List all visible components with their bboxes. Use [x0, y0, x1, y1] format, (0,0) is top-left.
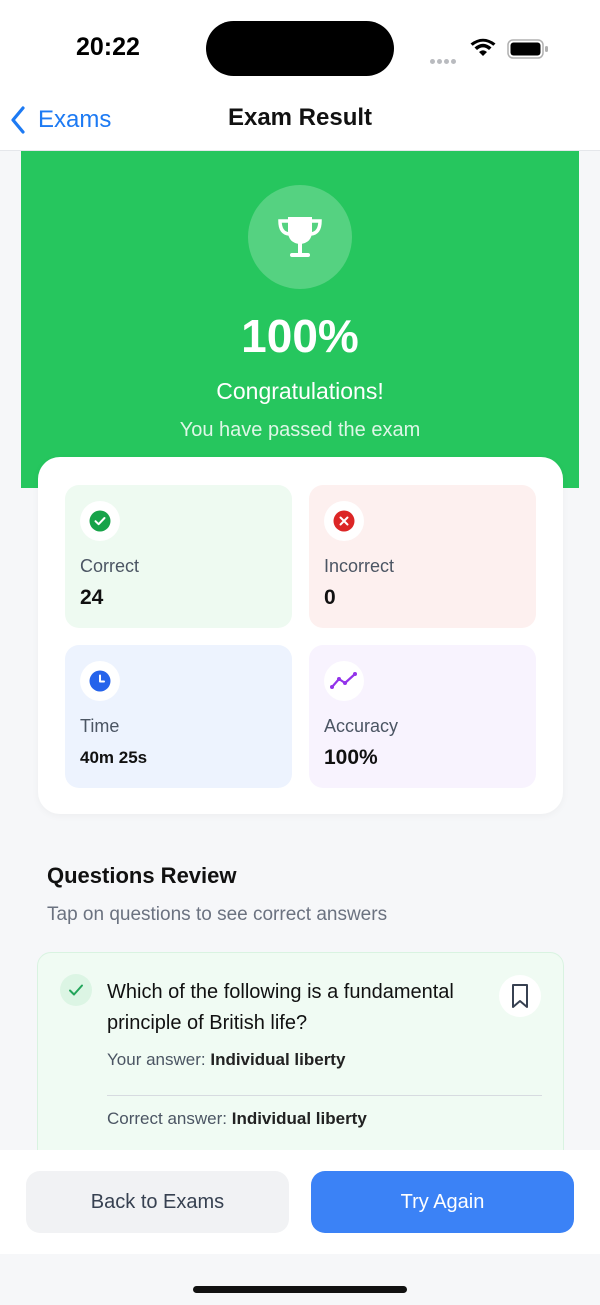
- stat-value: 40m 25s: [80, 748, 148, 767]
- stat-value: 24: [80, 586, 104, 609]
- clock-icon: [89, 670, 111, 692]
- status-time: 20:22: [76, 33, 140, 61]
- stat-label: Accuracy: [324, 716, 399, 736]
- stat-incorrect: Incorrect 0: [309, 485, 536, 628]
- cellular-signal-icon: [430, 51, 458, 69]
- page-title: Exam Result: [227, 104, 373, 131]
- stat-label: Correct: [80, 556, 140, 576]
- result-hero: 100% Congratulations! You have passed th…: [21, 151, 579, 488]
- back-to-exams-button[interactable]: Back to Exams: [26, 1171, 289, 1233]
- stat-accuracy: Accuracy 100%: [309, 645, 536, 788]
- trophy-icon: [278, 217, 322, 257]
- result-title: Congratulations!: [216, 378, 384, 404]
- bookmark-icon: [512, 984, 528, 1008]
- review-section-title: Questions Review: [47, 863, 237, 888]
- result-subtitle: You have passed the exam: [179, 419, 421, 441]
- trend-line-icon: [330, 672, 357, 689]
- correct-answer: Correct answer: Individual liberty: [107, 1109, 367, 1129]
- question-review-card[interactable]: Which of the following is a fundamental …: [37, 952, 564, 1174]
- check-icon: [69, 984, 83, 996]
- wifi-icon: [470, 38, 496, 63]
- your-answer-value: Individual liberty: [210, 1050, 346, 1069]
- stat-value: 0: [324, 586, 336, 609]
- stat-label: Time: [80, 716, 120, 736]
- question-text: Which of the following is a fundamental …: [107, 981, 454, 1034]
- home-indicator: [193, 1286, 407, 1293]
- your-answer-label: Your answer:: [107, 1050, 206, 1069]
- stats-card: Correct 24 Incorrect 0 Time 40m 25s Accu…: [38, 457, 563, 814]
- bookmark-button[interactable]: [499, 975, 541, 1017]
- your-answer: Your answer: Individual liberty: [107, 1050, 345, 1070]
- trophy-badge: [248, 185, 352, 289]
- stat-time: Time 40m 25s: [65, 645, 292, 788]
- divider: [107, 1095, 542, 1096]
- battery-icon: [507, 39, 549, 64]
- try-again-button[interactable]: Try Again: [311, 1171, 574, 1233]
- correct-answer-label: Correct answer:: [107, 1109, 227, 1128]
- correct-answer-value: Individual liberty: [231, 1109, 367, 1128]
- dynamic-island: [206, 21, 394, 76]
- stat-label: Incorrect: [324, 556, 395, 576]
- navigation-bar: Exams Exam Result: [0, 90, 600, 151]
- score-percentage: 100%: [241, 310, 359, 362]
- check-circle-icon: [89, 510, 111, 532]
- stat-correct: Correct 24: [65, 485, 292, 628]
- status-bar: 20:22: [0, 0, 600, 90]
- x-circle-icon: [333, 510, 355, 532]
- bottom-action-bar: Back to Exams Try Again: [0, 1150, 600, 1254]
- review-section-subtitle: Tap on questions to see correct answers: [47, 904, 388, 925]
- stat-value: 100%: [324, 746, 378, 769]
